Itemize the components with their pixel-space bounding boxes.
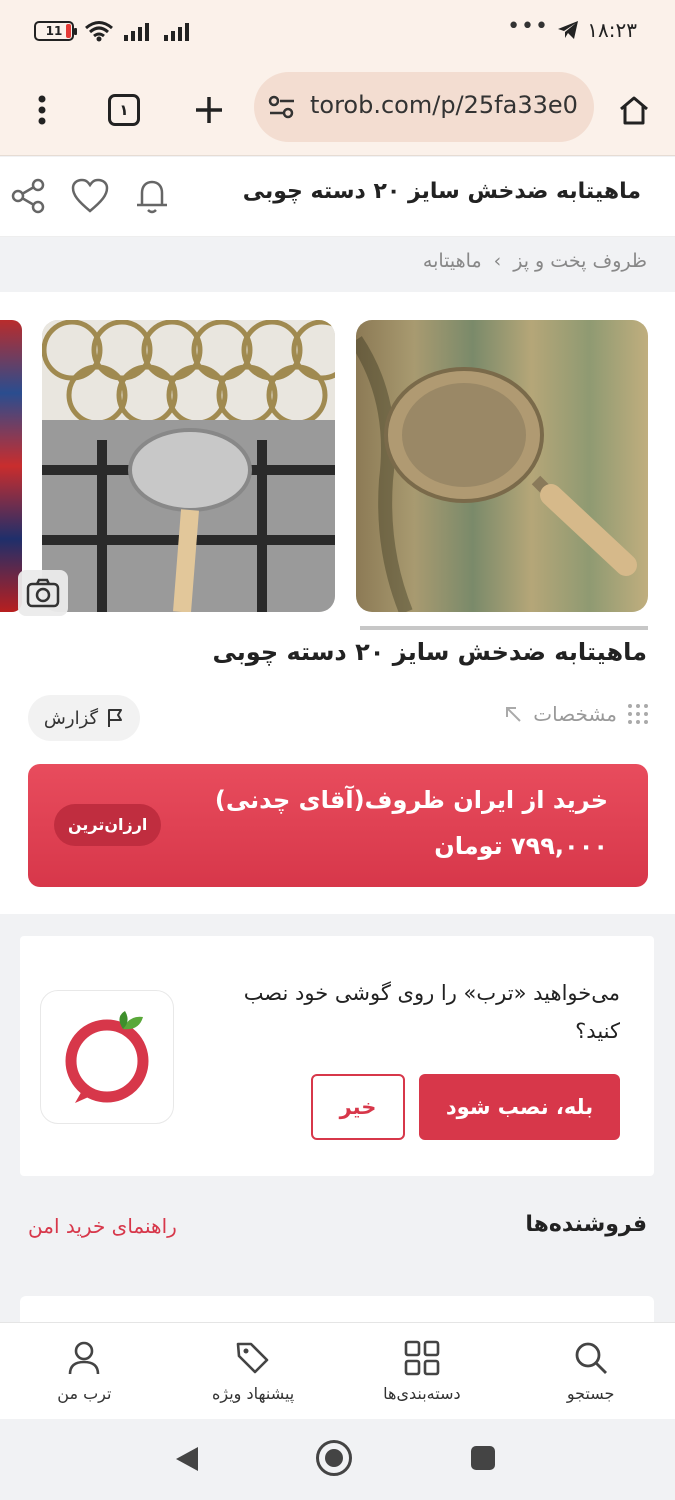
camera-search-icon	[26, 578, 60, 608]
url-text: torob.com/p/25fa33e0	[310, 91, 578, 119]
home-circle-icon[interactable]	[316, 1440, 352, 1476]
more-vert-icon	[38, 95, 46, 125]
install-no-button[interactable]: خیر	[311, 1074, 405, 1140]
home-icon	[620, 96, 648, 125]
image-gallery[interactable]	[0, 320, 675, 612]
flag-icon	[108, 709, 123, 727]
offer-store-name: خرید از ایران ظروف(آقای چدنی)	[214, 786, 608, 814]
install-app-card: می‌خواهید «ترب» را روی گوشی خود نصب کنید…	[20, 936, 654, 1176]
product-image-2[interactable]	[42, 320, 335, 612]
page-title: ماهیتابه ضدخش سایز ۲۰ دسته چوبی	[242, 179, 641, 204]
bell-icon[interactable]	[132, 175, 172, 217]
system-navigation-bar	[0, 1419, 675, 1500]
tab-switcher-button[interactable]: ۱	[102, 88, 146, 132]
image-search-button[interactable]	[18, 570, 68, 616]
address-bar[interactable]: torob.com/p/25fa33e0	[254, 72, 594, 142]
product-card: ماهیتابه ضدخش سایز ۲۰ دسته چوبی مشخصات گ…	[0, 292, 675, 914]
arrow-up-left-icon	[506, 707, 521, 722]
clock: ۱۸:۲۳	[587, 18, 637, 42]
tag-icon	[236, 1342, 269, 1373]
page-header: ماهیتابه ضدخش سایز ۲۰ دسته چوبی	[0, 157, 675, 237]
product-image-1[interactable]	[356, 320, 648, 612]
product-image-3-peek[interactable]	[0, 320, 22, 612]
wifi-icon	[85, 21, 113, 42]
grid-dots-icon	[628, 704, 648, 724]
signal-icon	[124, 23, 149, 41]
recents-icon[interactable]	[471, 1446, 495, 1470]
new-tab-button[interactable]	[187, 88, 231, 132]
plus-icon	[196, 97, 222, 123]
nav-my-torob[interactable]: ترب من	[0, 1323, 169, 1419]
safe-purchase-guide-link[interactable]: راهنمای خرید امن	[28, 1214, 177, 1238]
nav-my-torob-label: ترب من	[57, 1383, 112, 1403]
nav-categories[interactable]: دسته‌بندی‌ها	[338, 1323, 507, 1419]
breadcrumb-item-cookware[interactable]: ظروف پخت و پز	[513, 250, 647, 272]
bottom-navigation: جستجو دسته‌بندی‌ها پیشنهاد ویژه ترب من	[0, 1322, 675, 1419]
grid-icon	[404, 1340, 440, 1375]
offer-price: ۷۹۹,۰۰۰ تومان	[434, 832, 608, 860]
home-button[interactable]	[612, 88, 656, 132]
status-bar: 11 ••• ۱۸:۲۳	[0, 0, 675, 62]
browser-menu-button[interactable]	[20, 88, 64, 132]
install-question: می‌خواهید «ترب» را روی گوشی خود نصب کنید…	[243, 981, 620, 1043]
breadcrumb: ظروف پخت و پز › ماهیتابه	[423, 250, 647, 272]
battery-icon: 11	[34, 21, 77, 41]
torob-logo	[40, 990, 174, 1124]
report-label: گزارش	[43, 707, 99, 729]
gallery-scroll-indicator	[360, 626, 648, 630]
header-actions	[8, 175, 172, 217]
search-icon	[575, 1342, 607, 1374]
tab-count: ۱	[108, 94, 140, 126]
buy-offer-button[interactable]: خرید از ایران ظروف(آقای چدنی) ۷۹۹,۰۰۰ تو…	[28, 764, 648, 887]
sellers-heading: فروشنده‌ها	[525, 1212, 647, 1237]
user-icon	[69, 1341, 100, 1374]
report-button[interactable]: گزارش	[28, 695, 140, 741]
breadcrumb-item-pans[interactable]: ماهیتابه	[423, 250, 482, 272]
browser-toolbar: ۱ torob.com/p/25fa33e0	[0, 62, 675, 156]
heart-icon[interactable]	[70, 177, 110, 215]
specs-label: مشخصات	[533, 702, 617, 726]
nav-search[interactable]: جستجو	[506, 1323, 675, 1419]
nav-search-label: جستجو	[566, 1383, 615, 1403]
signal-icon-2	[164, 23, 189, 41]
install-yes-button[interactable]: بله، نصب شود	[419, 1074, 620, 1140]
back-icon[interactable]	[174, 1445, 200, 1473]
nav-special-offers-label: پیشنهاد ویژه	[212, 1383, 295, 1403]
nav-categories-label: دسته‌بندی‌ها	[383, 1383, 461, 1403]
notification-dots: •••	[507, 14, 549, 39]
cheapest-badge: ارزان‌ترین	[54, 804, 162, 846]
status-left-icons: 11	[34, 20, 194, 42]
telegram-icon	[558, 21, 578, 39]
breadcrumb-separator: ›	[493, 250, 502, 272]
nav-special-offers[interactable]: پیشنهاد ویژه	[169, 1323, 338, 1419]
product-title: ماهیتابه ضدخش سایز ۲۰ دسته چوبی	[212, 638, 647, 666]
specs-link[interactable]: مشخصات	[503, 702, 649, 726]
site-settings-icon	[268, 95, 294, 119]
share-icon[interactable]	[8, 176, 48, 216]
